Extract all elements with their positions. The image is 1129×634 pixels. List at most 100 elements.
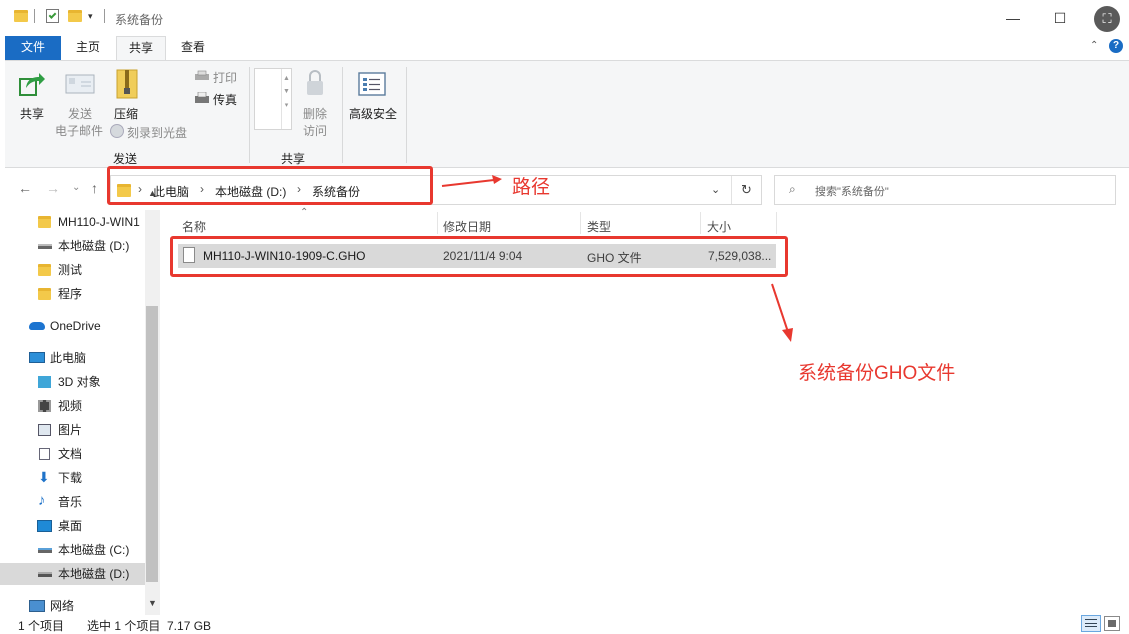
zip-icon[interactable] bbox=[115, 68, 139, 100]
sidebar-item-music[interactable]: ♪ 音乐 bbox=[0, 491, 145, 513]
group-label-send: 发送 bbox=[112, 152, 137, 166]
back-arrow-icon[interactable]: ← bbox=[18, 180, 32, 196]
recent-locations-chevron-icon[interactable]: ⌄ bbox=[72, 182, 80, 193]
disc-icon[interactable] bbox=[110, 124, 124, 138]
list-scrollbar[interactable]: ▲ ▼ ▾ bbox=[281, 69, 291, 129]
email-icon[interactable] bbox=[65, 73, 95, 95]
divider bbox=[249, 67, 250, 163]
share-button[interactable]: 共享 bbox=[15, 105, 49, 122]
remove-access-label-1[interactable]: 删除 bbox=[299, 105, 331, 122]
sidebar-item-pictures[interactable]: 图片 bbox=[0, 419, 145, 441]
sidebar-item-network[interactable]: 网络 bbox=[0, 595, 145, 617]
tab-home[interactable]: 主页 bbox=[64, 36, 112, 60]
title-bar: ▾ 系统备份 — ☐ ⛶ bbox=[0, 0, 1129, 34]
sidebar-item-this-pc[interactable]: 此电脑 bbox=[0, 347, 145, 369]
properties-icon[interactable] bbox=[46, 9, 59, 23]
remove-access-label-2[interactable]: 访问 bbox=[299, 122, 331, 139]
share-icon[interactable] bbox=[17, 69, 47, 99]
column-divider[interactable] bbox=[580, 212, 581, 234]
collapse-ribbon-icon[interactable]: ⌃ bbox=[1090, 40, 1098, 51]
cloud-icon bbox=[29, 322, 45, 330]
send-email-label-1[interactable]: 发送 bbox=[57, 105, 103, 122]
help-icon[interactable]: ? bbox=[1109, 39, 1123, 53]
search-placeholder: 搜索"系统备份" bbox=[815, 186, 889, 198]
fax-button[interactable]: 传真 bbox=[213, 91, 237, 108]
sidebar-item-desktop[interactable]: 桌面 bbox=[0, 515, 145, 537]
advanced-security-icon[interactable] bbox=[358, 72, 386, 96]
burn-to-disc-button[interactable]: 刻录到光盘 bbox=[127, 124, 187, 141]
gho-file-annotation: 系统备份GHO文件 bbox=[798, 363, 956, 384]
new-folder-icon[interactable] bbox=[68, 10, 82, 22]
column-divider[interactable] bbox=[700, 212, 701, 234]
sidebar-item-onedrive[interactable]: OneDrive bbox=[0, 315, 145, 337]
sidebar-item-drive-d[interactable]: 本地磁盘 (D:) bbox=[0, 563, 145, 585]
folder-icon bbox=[38, 216, 51, 228]
minimize-button[interactable]: — bbox=[1003, 8, 1023, 28]
arrow-icon bbox=[771, 283, 793, 342]
sidebar-item-quick-folder[interactable]: MH110-J-WIN1 bbox=[0, 211, 145, 233]
group-label-share: 共享 bbox=[280, 152, 305, 166]
sidebar-item-test[interactable]: 测试 bbox=[0, 259, 145, 281]
selection-info: 选中 1 个项目 7.17 GB bbox=[87, 619, 212, 633]
tab-file[interactable]: 文件 bbox=[5, 36, 61, 60]
document-icon bbox=[39, 448, 50, 460]
path-annotation: 路径 bbox=[512, 177, 551, 198]
scroll-down-icon[interactable]: ▼ bbox=[148, 598, 157, 608]
share-with-list[interactable]: ▲ ▼ ▾ bbox=[254, 68, 292, 130]
file-highlight-box bbox=[170, 236, 788, 277]
network-icon bbox=[29, 600, 45, 612]
column-header-type[interactable]: 类型 bbox=[587, 218, 611, 235]
address-history-chevron-icon[interactable]: ⌄ bbox=[711, 183, 720, 196]
ribbon: 共享 发送 电子邮件 压缩 打印 传真 刻录到光盘 发送 ▲ ▼ ▾ 删除 访问… bbox=[5, 60, 1129, 168]
sidebar-item-label: 图片 bbox=[58, 423, 83, 437]
drive-icon bbox=[38, 548, 52, 553]
maximize-button[interactable]: ☐ bbox=[1050, 8, 1070, 28]
tab-share[interactable]: 共享 bbox=[116, 36, 166, 60]
advanced-security-button[interactable]: 高级安全 bbox=[346, 105, 400, 122]
sidebar-item-quick-drive-d[interactable]: 本地磁盘 (D:) bbox=[0, 235, 145, 257]
send-email-label-2[interactable]: 电子邮件 bbox=[51, 122, 107, 139]
sort-ascending-icon: ⌃ bbox=[300, 207, 309, 218]
divider bbox=[104, 9, 105, 23]
download-arrow-icon: ⬇ bbox=[38, 469, 50, 485]
sidebar-item-downloads[interactable]: ⬇ 下载 bbox=[0, 467, 145, 489]
lock-icon[interactable] bbox=[305, 67, 325, 99]
arrow-icon bbox=[441, 175, 502, 187]
folder-icon bbox=[38, 264, 51, 276]
large-icons-view-icon[interactable] bbox=[1104, 616, 1120, 631]
tab-view[interactable]: 查看 bbox=[168, 36, 218, 60]
column-divider[interactable] bbox=[437, 212, 438, 234]
forward-arrow-icon[interactable]: → bbox=[46, 180, 60, 196]
sidebar-item-programs[interactable]: 程序 bbox=[0, 283, 145, 305]
sidebar-item-label: 3D 对象 bbox=[58, 375, 101, 389]
window-title: 系统备份 bbox=[115, 13, 164, 27]
search-icon: ⌕ bbox=[789, 182, 796, 196]
sidebar-item-label: 视频 bbox=[58, 399, 83, 413]
zip-button[interactable]: 压缩 bbox=[109, 105, 143, 122]
column-divider[interactable] bbox=[776, 212, 777, 234]
divider bbox=[731, 176, 732, 204]
sidebar-item-3d-objects[interactable]: 3D 对象 bbox=[0, 371, 145, 393]
column-header-date[interactable]: 修改日期 bbox=[443, 218, 491, 235]
scrollbar-thumb[interactable] bbox=[146, 306, 158, 582]
details-view-icon[interactable] bbox=[1081, 615, 1101, 632]
search-box[interactable]: ⌕ 搜索"系统备份" bbox=[774, 175, 1116, 205]
drive-icon bbox=[38, 572, 52, 577]
printer-icon[interactable] bbox=[194, 70, 210, 82]
column-header-size[interactable]: 大小 bbox=[707, 218, 731, 235]
sidebar-item-label: 本地磁盘 (D:) bbox=[58, 567, 130, 581]
sidebar-item-videos[interactable]: 视频 bbox=[0, 395, 145, 417]
fax-icon[interactable] bbox=[194, 91, 210, 104]
sidebar-item-label: 下载 bbox=[58, 471, 83, 485]
sidebar-scrollbar[interactable]: ▲ ▼ bbox=[145, 188, 160, 615]
up-arrow-icon[interactable]: ↑ bbox=[91, 180, 98, 196]
chevron-down-icon[interactable]: ▾ bbox=[88, 11, 93, 22]
sidebar-item-drive-c[interactable]: 本地磁盘 (C:) bbox=[0, 539, 145, 561]
folder-icon bbox=[38, 288, 51, 300]
column-header-name[interactable]: 名称 bbox=[182, 218, 206, 235]
sidebar-item-documents[interactable]: 文档 bbox=[0, 443, 145, 465]
print-button[interactable]: 打印 bbox=[213, 69, 237, 86]
divider bbox=[342, 67, 343, 163]
refresh-icon[interactable]: ↻ bbox=[741, 182, 752, 198]
capture-icon[interactable]: ⛶ bbox=[1094, 6, 1120, 32]
